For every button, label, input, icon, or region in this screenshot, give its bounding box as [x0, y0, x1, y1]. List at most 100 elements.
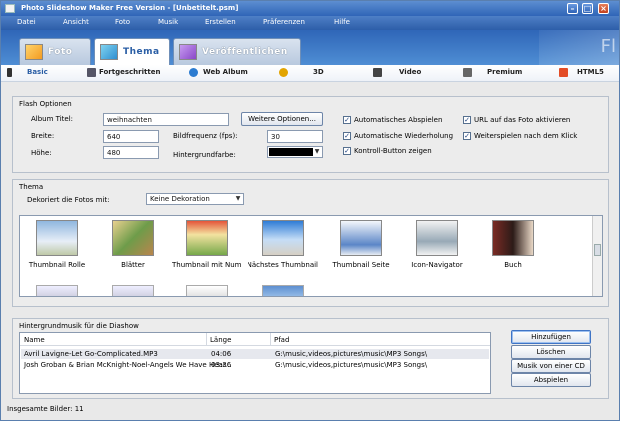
chevron-down-icon: ▼: [235, 195, 241, 202]
column-path-header[interactable]: Pfad: [274, 336, 289, 344]
tab-foto-label: Foto: [48, 47, 73, 57]
column-length-header[interactable]: Länge: [210, 336, 231, 344]
thumbnail-number-image[interactable]: [186, 220, 228, 256]
close-button[interactable]: ×: [598, 3, 609, 14]
music-list[interactable]: Name Länge Pfad Avril Lavigne-Let Go-Com…: [19, 332, 491, 394]
play-music-button[interactable]: Abspielen: [511, 373, 591, 387]
menu-ansicht[interactable]: Ansicht: [63, 18, 89, 26]
icon-navigator-image[interactable]: [416, 220, 458, 256]
tab-thema[interactable]: Thema: [94, 38, 170, 66]
delete-music-button[interactable]: Löschen: [511, 345, 591, 359]
music-row[interactable]: Avril Lavigne-Let Go-Complicated.MP3 04:…: [21, 349, 489, 359]
flash-options-title: Flash Optionen: [19, 100, 72, 108]
html5-icon: [559, 68, 568, 77]
theme-thumbnail-list[interactable]: Thumbnail Rolle Blätter Thumbnail mit Nu…: [19, 215, 603, 297]
music-title: Hintergrundmusik für die Diashow: [19, 322, 139, 330]
subtab-video[interactable]: Video: [399, 68, 421, 76]
music-length: 03:36: [211, 361, 232, 369]
decoration-dropdown-value: Keine Dekoration: [150, 195, 210, 203]
album-title-label: Album Titel:: [31, 115, 74, 123]
theme-row-2-item[interactable]: [262, 285, 304, 296]
theme-title: Thema: [19, 183, 44, 191]
thumbnail-page-image[interactable]: [340, 220, 382, 256]
decorate-label: Dekoriert die Fotos mit:: [27, 196, 110, 204]
title-bar: Photo Slideshow Maker Free Version - [Un…: [1, 1, 619, 16]
bg-color-swatch: [269, 148, 313, 156]
maximize-button[interactable]: □: [582, 3, 593, 14]
height-input[interactable]: 480: [103, 146, 159, 159]
subtab-3d[interactable]: 3D: [313, 68, 324, 76]
window-title: Photo Slideshow Maker Free Version - [Un…: [21, 4, 239, 12]
photo-url-checkbox[interactable]: ✓: [463, 116, 471, 124]
advanced-icon: [87, 68, 96, 77]
album-title-input[interactable]: weihnachten: [103, 113, 229, 126]
menu-hilfe[interactable]: Hilfe: [334, 18, 350, 26]
subtab-basic[interactable]: Basic: [27, 68, 48, 76]
width-label: Breite:: [31, 132, 55, 140]
height-label: Höhe:: [31, 149, 52, 157]
icon-navigator-caption: Icon-Navigator: [411, 261, 463, 269]
brand-decoration: Fl: [539, 30, 619, 65]
subtab-fortgeschritten[interactable]: Fortgeschritten: [99, 68, 160, 76]
menu-praeferenzen[interactable]: Präferenzen: [263, 18, 305, 26]
menu-foto[interactable]: Foto: [115, 18, 130, 26]
subtab-web-album[interactable]: Web Album: [203, 68, 248, 76]
music-length: 04:06: [211, 350, 232, 358]
auto-repeat-label: Automatische Wiederholung: [354, 132, 454, 140]
premium-icon: [463, 68, 472, 77]
control-button-label: Kontroll-Button zeigen: [354, 147, 432, 155]
autoplay-checkbox[interactable]: ✓: [343, 116, 351, 124]
more-options-button[interactable]: Weitere Optionen...: [241, 112, 323, 126]
tab-veroeffentlichen[interactable]: Veröffentlichen: [173, 38, 301, 65]
menu-erstellen[interactable]: Erstellen: [205, 18, 236, 26]
photo-url-label: URL auf das Foto aktivieren: [474, 116, 571, 124]
leaves-image[interactable]: [112, 220, 154, 256]
subtab-premium[interactable]: Premium: [487, 68, 522, 76]
menu-datei[interactable]: Datei: [17, 18, 36, 26]
sub-tab-bar: Basic Fortgeschritten Web Album 3D Video…: [1, 65, 619, 82]
theme-list-scrollbar[interactable]: [592, 216, 602, 296]
music-path: G:\music,videos,pictures\music\MP3 Songs…: [275, 350, 428, 358]
continue-after-click-checkbox[interactable]: ✓: [463, 132, 471, 140]
auto-repeat-checkbox[interactable]: ✓: [343, 132, 351, 140]
main-tab-bar: Foto Thema Veröffentlichen Fl: [1, 30, 619, 66]
thumbnail-roll-caption: Thumbnail Rolle: [28, 261, 86, 269]
thumbnail-roll-image[interactable]: [36, 220, 78, 256]
music-list-header: Name Länge Pfad: [20, 333, 490, 346]
scrollbar-thumb[interactable]: [594, 244, 601, 256]
theme-row-2-item[interactable]: [36, 285, 78, 296]
publish-tab-icon: [179, 44, 197, 60]
chevron-down-icon: ▼: [314, 148, 320, 155]
theme-row-2-item[interactable]: [112, 285, 154, 296]
bg-color-label: Hintergrundfarbe:: [173, 151, 236, 159]
autoplay-label: Automatisches Abspielen: [354, 116, 443, 124]
menu-musik[interactable]: Musik: [158, 18, 178, 26]
minimize-button[interactable]: –: [567, 3, 578, 14]
leaves-caption: Blätter: [121, 261, 145, 269]
book-caption: Buch: [504, 261, 522, 269]
fps-input[interactable]: 30: [267, 130, 323, 143]
tab-foto[interactable]: Foto: [19, 38, 91, 65]
prev-next-thumbnail-caption: Vorheriges/Nächstes Thumbnail: [248, 261, 318, 269]
subtab-html5[interactable]: HTML5: [577, 68, 604, 76]
web-album-icon: [189, 68, 198, 77]
book-image[interactable]: [492, 220, 534, 256]
decoration-dropdown[interactable]: Keine Dekoration ▼: [146, 193, 244, 205]
bg-color-picker[interactable]: ▼: [267, 146, 323, 158]
photo-tab-icon: [25, 44, 43, 60]
control-button-checkbox[interactable]: ✓: [343, 147, 351, 155]
app-window: Photo Slideshow Maker Free Version - [Un…: [0, 0, 620, 421]
column-name-header[interactable]: Name: [24, 336, 45, 344]
music-name: Josh Groban & Brian McKnight-Noel-Angels…: [24, 361, 232, 369]
theme-row-2-item[interactable]: [186, 285, 228, 296]
3d-icon: [279, 68, 288, 77]
thumbnail-page-caption: Thumbnail Seite: [332, 261, 390, 269]
theme-tab-icon: [100, 44, 118, 60]
music-row[interactable]: Josh Groban & Brian McKnight-Noel-Angels…: [21, 360, 489, 370]
prev-next-thumbnail-image[interactable]: [262, 220, 304, 256]
add-music-button[interactable]: Hinzufügen: [511, 330, 591, 344]
width-input[interactable]: 640: [103, 130, 159, 143]
basic-icon: [7, 68, 12, 77]
continue-after-click-label: Weiterspielen nach dem Klick: [474, 132, 578, 140]
load-cd-music-button[interactable]: Musik von einer CD laden: [511, 359, 591, 382]
